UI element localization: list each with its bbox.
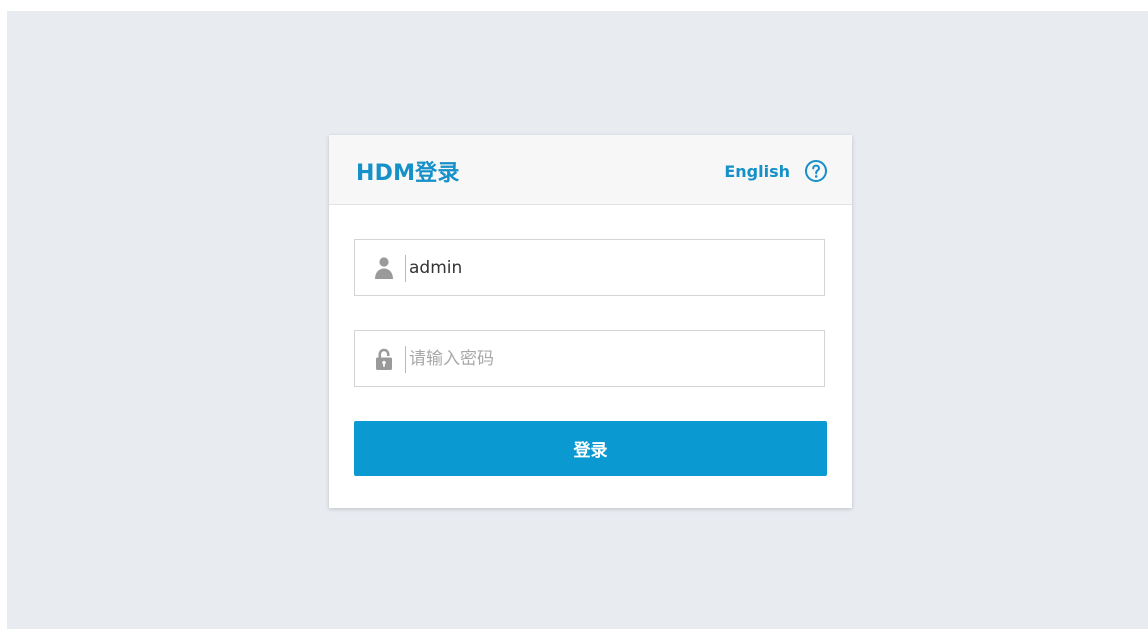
login-title: HDM登录 (356, 161, 460, 186)
password-input[interactable] (409, 339, 809, 379)
login-card: HDM登录 English admin 登录 (329, 135, 852, 508)
language-switch-link[interactable]: English (724, 162, 790, 181)
lock-icon (376, 348, 392, 370)
password-field[interactable] (354, 330, 825, 387)
username-input[interactable] (409, 248, 809, 288)
password-field-divider (405, 346, 406, 373)
username-field[interactable] (354, 239, 825, 296)
username-field-divider (405, 255, 406, 282)
login-button[interactable]: 登录 (354, 421, 827, 476)
login-card-header: HDM登录 English (329, 135, 852, 205)
header-actions: English (724, 159, 828, 183)
user-icon (375, 257, 393, 279)
page-background: HDM登录 English admin 登录 (7, 11, 1148, 629)
question-circle-icon[interactable] (804, 159, 828, 183)
